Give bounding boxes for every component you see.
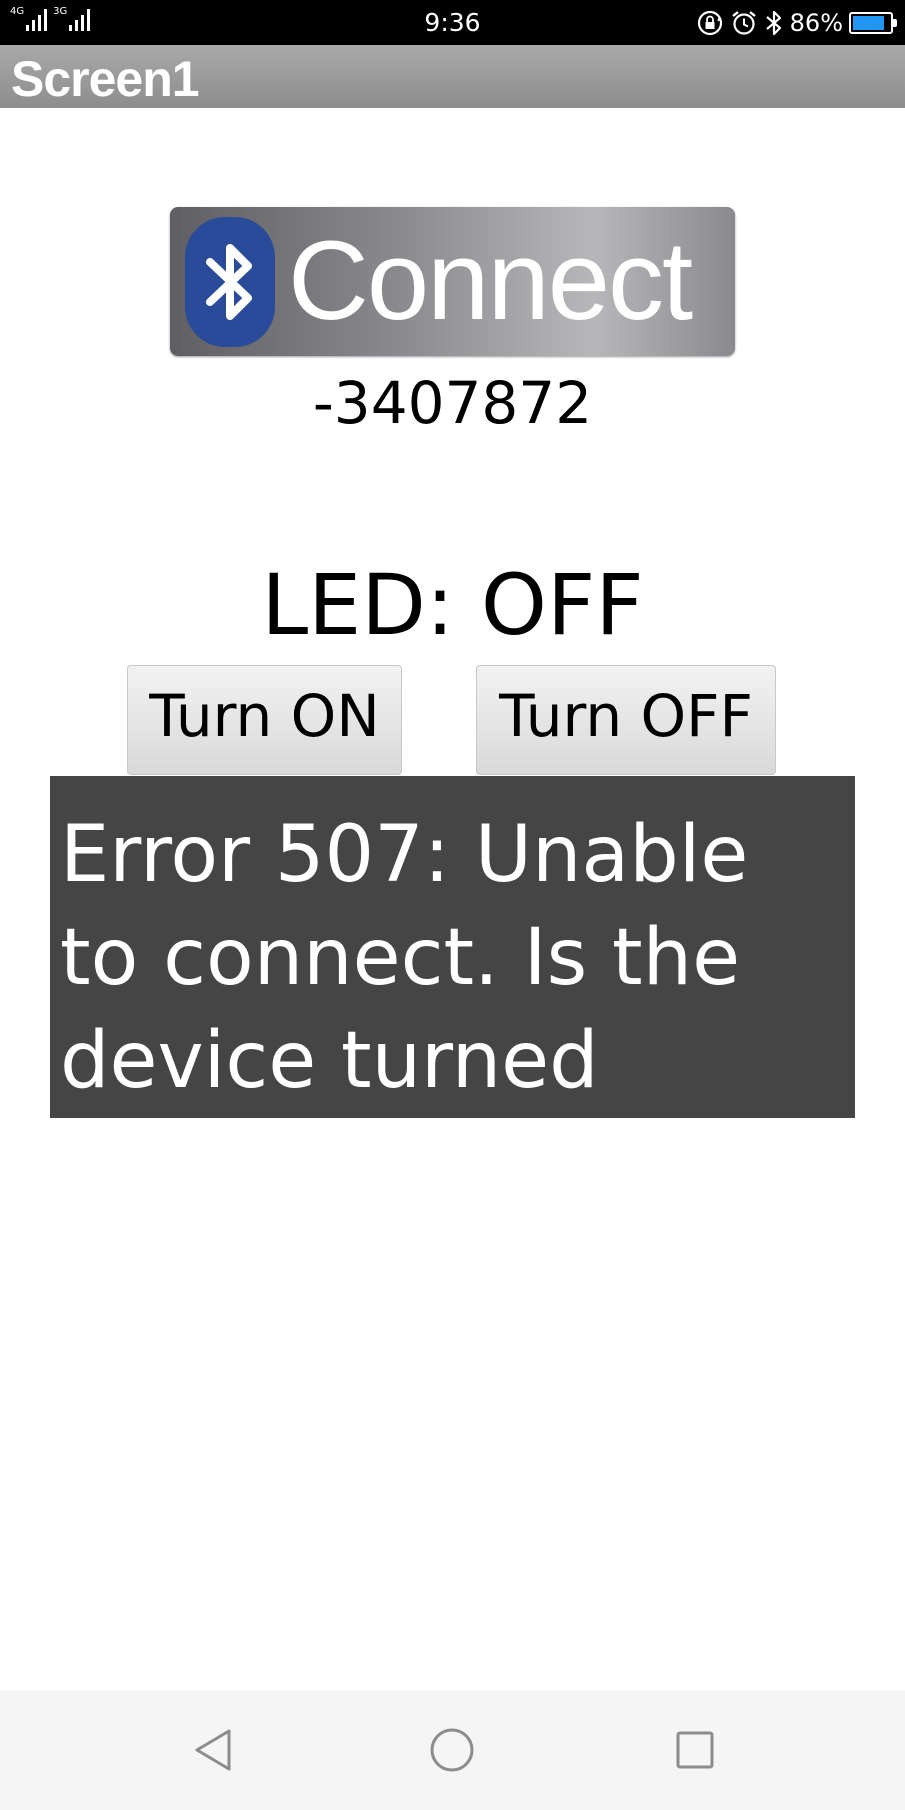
home-button[interactable] bbox=[422, 1720, 482, 1780]
recent-apps-icon bbox=[676, 1731, 714, 1769]
back-icon bbox=[195, 1729, 231, 1771]
recent-apps-button[interactable] bbox=[665, 1720, 725, 1780]
battery-percent: 86% bbox=[789, 8, 843, 37]
back-button[interactable] bbox=[183, 1720, 243, 1780]
connect-label: Connect bbox=[288, 218, 693, 343]
screen-title: Screen1 bbox=[11, 51, 200, 107]
turn-on-button[interactable]: Turn ON bbox=[127, 665, 402, 775]
home-icon bbox=[430, 1728, 474, 1772]
navigation-bar bbox=[0, 1690, 905, 1810]
error-toast: Error 507: Unable to connect. Is the dev… bbox=[50, 776, 855, 1209]
number-readout: -3407872 bbox=[312, 369, 593, 437]
bluetooth-icon bbox=[765, 10, 781, 35]
status-icons: 86% bbox=[696, 0, 897, 45]
connect-button[interactable]: Connect bbox=[170, 207, 735, 356]
app-screen: 4G 3G 9:36 86% Screen1 Connect -3407872 … bbox=[0, 0, 905, 1810]
title-bar: Screen1 bbox=[0, 45, 905, 108]
battery-icon bbox=[849, 11, 897, 34]
alarm-icon bbox=[731, 10, 756, 35]
bluetooth-icon bbox=[206, 244, 252, 320]
turn-off-button[interactable]: Turn OFF bbox=[476, 665, 776, 775]
error-message: Error 507: Unable to connect. Is the dev… bbox=[60, 810, 749, 1209]
battery-fill bbox=[853, 15, 884, 30]
rotation-lock-icon bbox=[697, 10, 722, 35]
bluetooth-badge bbox=[185, 217, 275, 347]
status-bar: 4G 3G 9:36 86% bbox=[0, 0, 905, 45]
led-status-label: LED: OFF bbox=[261, 556, 644, 654]
